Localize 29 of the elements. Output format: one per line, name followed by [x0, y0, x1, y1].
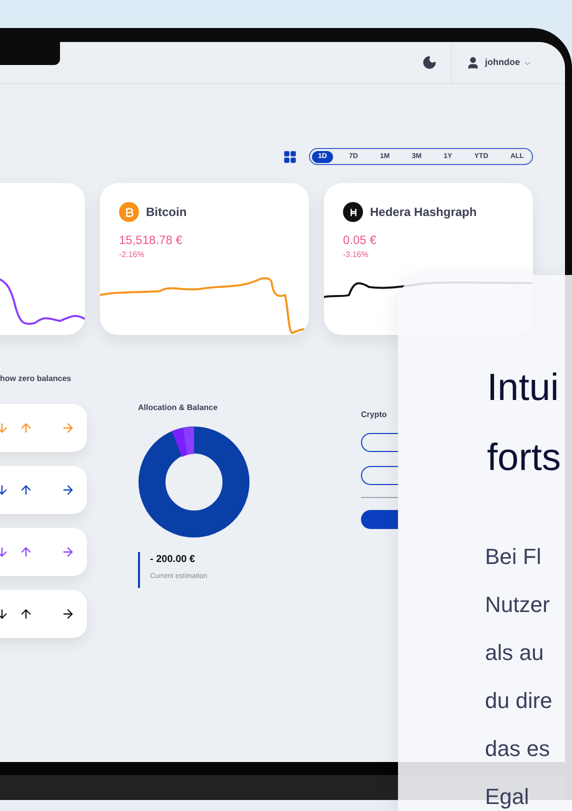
accent-bar — [138, 552, 140, 588]
asset-price: 15,518.78 € — [119, 232, 184, 249]
hedera-logo-icon — [343, 202, 363, 222]
feature-body-line: du dire — [485, 687, 554, 715]
grid-view-icon[interactable] — [283, 150, 297, 164]
feature-heading-line: forts — [487, 436, 562, 481]
feature-body-line: Nutzer — [485, 591, 551, 619]
asset-name: Bitcoin — [146, 204, 187, 221]
balance-amount: - 200.00 € — [150, 553, 196, 567]
asset-card[interactable]: Bitcoin 15,518.78 € -2.16% — [100, 183, 309, 335]
allocation-title: Allocation & Balance — [138, 402, 219, 414]
feature-body-line: als au — [485, 639, 545, 667]
feature-body-line: das es — [485, 735, 551, 763]
feature-body-line: Bei Fl — [485, 543, 542, 571]
user-menu[interactable]: johndoe — [485, 56, 532, 70]
feature-heading-line: Intui — [487, 366, 560, 411]
dark-mode-icon[interactable] — [422, 55, 437, 70]
feature-body-line: Egal — [485, 783, 530, 811]
crypto-title: Crypto — [361, 409, 388, 421]
asset-change: -2.16% — [119, 249, 146, 261]
filled-button[interactable] — [361, 510, 398, 529]
asset-name: Hedera Hashgraph — [370, 204, 477, 221]
arrow-right-icon[interactable] — [61, 483, 75, 497]
zero-balances-label[interactable]: how zero balances — [0, 373, 72, 385]
asset-change: -3.16% — [343, 249, 370, 261]
user-icon — [466, 56, 480, 70]
asset-price: 0.05 € — [343, 232, 378, 249]
arrow-up-icon[interactable] — [19, 607, 33, 621]
bitcoin-logo-icon — [119, 202, 139, 222]
